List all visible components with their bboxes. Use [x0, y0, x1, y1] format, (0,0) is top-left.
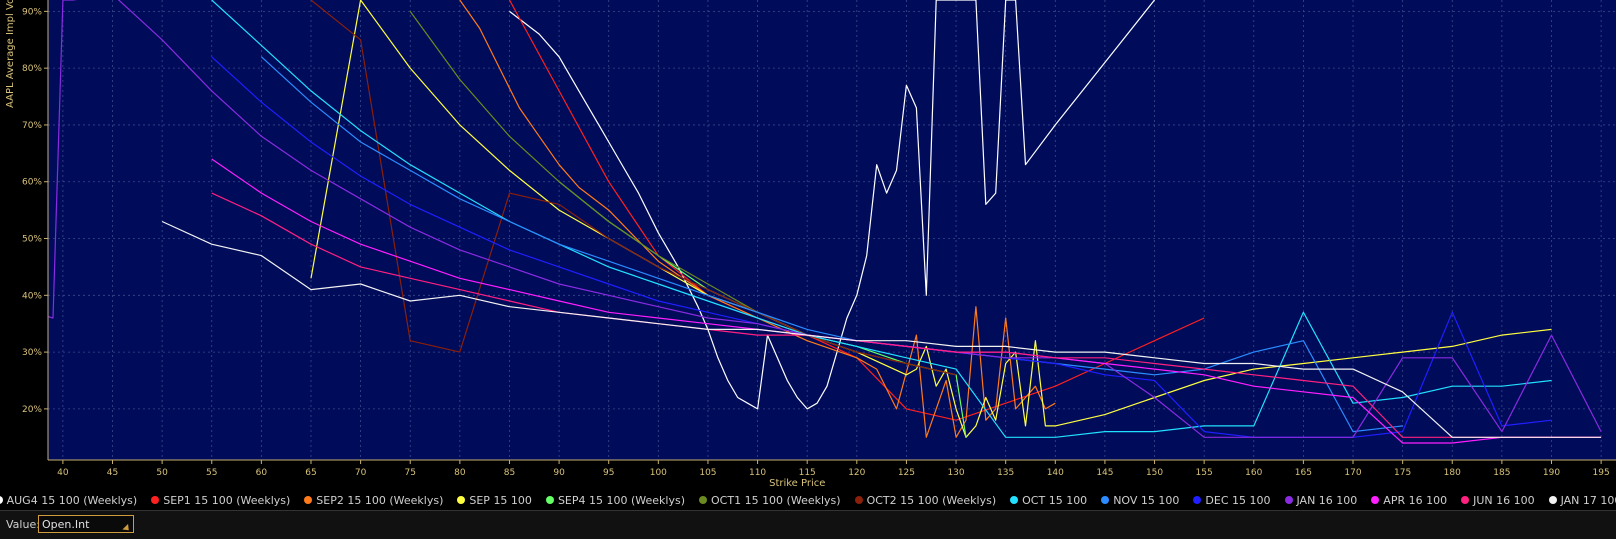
legend-color-dot-icon: [304, 496, 313, 504]
y-axis-label: AAPL Average Impl Vo: [5, 0, 16, 108]
x-tick-label: 190: [1543, 468, 1560, 478]
legend-label: APR 16 100: [1383, 493, 1448, 507]
legend-color-dot-icon: [0, 496, 3, 504]
x-tick-label: 80: [454, 468, 466, 478]
legend-label: JAN 17 100: [1560, 493, 1616, 507]
legend-color-dot-icon: [1101, 496, 1110, 504]
legend-label: SEP 15 100: [469, 493, 532, 507]
x-tick-label: 145: [1096, 468, 1113, 478]
legend-label: OCT2 15 100 (Weeklys): [866, 493, 997, 507]
legend-item[interactable]: SEP1 15 100 (Weeklys): [151, 491, 290, 509]
x-tick-label: 105: [699, 468, 716, 478]
legend-item[interactable]: JAN 16 100: [1284, 491, 1358, 509]
x-tick-label: 90: [553, 468, 565, 478]
value-dropdown[interactable]: Open.Int: [38, 515, 134, 534]
legend-item[interactable]: NOV 15 100: [1101, 491, 1179, 509]
y-tick-label: 90%: [22, 7, 42, 17]
legend-label: JUN 16 100: [1473, 493, 1535, 507]
x-tick-label: 160: [1245, 468, 1262, 478]
legend-color-dot-icon: [854, 496, 863, 504]
legend-item[interactable]: OCT2 15 100 (Weeklys): [854, 491, 997, 509]
legend-color-dot-icon: [151, 496, 160, 504]
value-label: Value:: [6, 518, 40, 531]
x-tick-label: 150: [1146, 468, 1163, 478]
chart-legend: AUG4 15 100 (Weeklys) SEP1 15 100 (Weekly…: [0, 491, 1616, 509]
legend-label: DEC 15 100: [1205, 493, 1271, 507]
x-tick-label: 130: [947, 468, 964, 478]
x-tick-label: 50: [156, 468, 168, 478]
chart-canvas: 40 45 50 55 60 65 70 75 80 85 90 95 100 105 110 115 120 1…: [0, 0, 1616, 538]
legend-label: SEP4 15 100 (Weeklys): [557, 493, 686, 507]
x-tick-label: 70: [355, 468, 367, 478]
legend-item[interactable]: SEP2 15 100 (Weeklys): [304, 491, 443, 509]
x-tick-label: 165: [1295, 468, 1312, 478]
legend-item[interactable]: SEP 15 100: [457, 491, 532, 509]
x-tick-label: 120: [848, 468, 865, 478]
x-tick-label: 100: [650, 468, 667, 478]
y-tick-label: 30%: [22, 348, 42, 358]
legend-color-dot-icon: [545, 496, 554, 504]
x-axis-label: Strike Price: [769, 478, 825, 489]
x-tick-label: 180: [1444, 468, 1461, 478]
x-tick-label: 170: [1344, 468, 1361, 478]
legend-label: OCT 15 100: [1022, 493, 1088, 507]
x-tick-label: 85: [504, 468, 515, 478]
x-tick-label: 55: [206, 468, 217, 478]
legend-label: SEP2 15 100 (Weeklys): [316, 493, 444, 507]
x-tick-label: 175: [1394, 468, 1411, 478]
x-tick-label: 60: [256, 468, 268, 478]
value-dropdown-selected: Open.Int: [42, 518, 90, 531]
legend-label: SEP1 15 100 (Weeklys): [163, 493, 291, 507]
legend-color-dot-icon: [1284, 496, 1293, 504]
legend-color-dot-icon: [1461, 496, 1470, 504]
y-tick-label: 20%: [22, 405, 42, 415]
y-tick-label: 70%: [22, 121, 42, 131]
y-tick-label: 60%: [22, 178, 42, 188]
value-bar: Value: Open.Int: [0, 510, 1616, 539]
y-tick-label: 50%: [22, 235, 42, 245]
legend-color-dot-icon: [1371, 496, 1380, 504]
legend-item[interactable]: DEC 15 100: [1193, 491, 1271, 509]
legend-item[interactable]: JUN 16 100: [1461, 491, 1535, 509]
x-tick-label: 75: [405, 468, 416, 478]
dropdown-arrow-icon: [122, 523, 132, 534]
x-tick-label: 110: [749, 468, 766, 478]
legend-item[interactable]: OCT1 15 100 (Weeklys): [699, 491, 841, 509]
legend-item[interactable]: JAN 17 100: [1548, 491, 1616, 509]
legend-color-dot-icon: [1548, 496, 1557, 504]
x-tick-label: 185: [1493, 468, 1510, 478]
x-tick-label: 140: [1047, 468, 1064, 478]
legend-color-dot-icon: [1193, 496, 1202, 504]
y-tick-label: 80%: [22, 64, 42, 74]
x-tick-label: 65: [305, 468, 316, 478]
legend-item[interactable]: OCT 15 100: [1010, 491, 1087, 509]
legend-color-dot-icon: [699, 496, 708, 504]
x-tick-label: 155: [1196, 468, 1213, 478]
legend-item[interactable]: SEP4 15 100 (Weeklys): [545, 491, 686, 509]
legend-label: JAN 16 100: [1296, 493, 1358, 507]
y-tick-label: 40%: [22, 291, 42, 301]
legend-label: NOV 15 100: [1113, 493, 1180, 507]
x-tick-label: 40: [57, 468, 69, 478]
x-tick-label: 125: [898, 468, 915, 478]
legend-color-dot-icon: [457, 496, 466, 504]
legend-label: OCT1 15 100 (Weeklys): [711, 493, 841, 507]
x-tick-label: 95: [603, 468, 614, 478]
legend-item[interactable]: APR 16 100: [1371, 491, 1447, 509]
plot-area: [48, 0, 1616, 460]
x-tick-label: 135: [997, 468, 1014, 478]
x-tick-label: 195: [1593, 468, 1610, 478]
legend-item[interactable]: AUG4 15 100 (Weeklys): [0, 491, 137, 509]
legend-label: AUG4 15 100 (Weeklys): [6, 493, 138, 507]
legend-color-dot-icon: [1010, 496, 1019, 504]
x-tick-label: 45: [107, 468, 118, 478]
x-tick-label: 115: [799, 468, 816, 478]
